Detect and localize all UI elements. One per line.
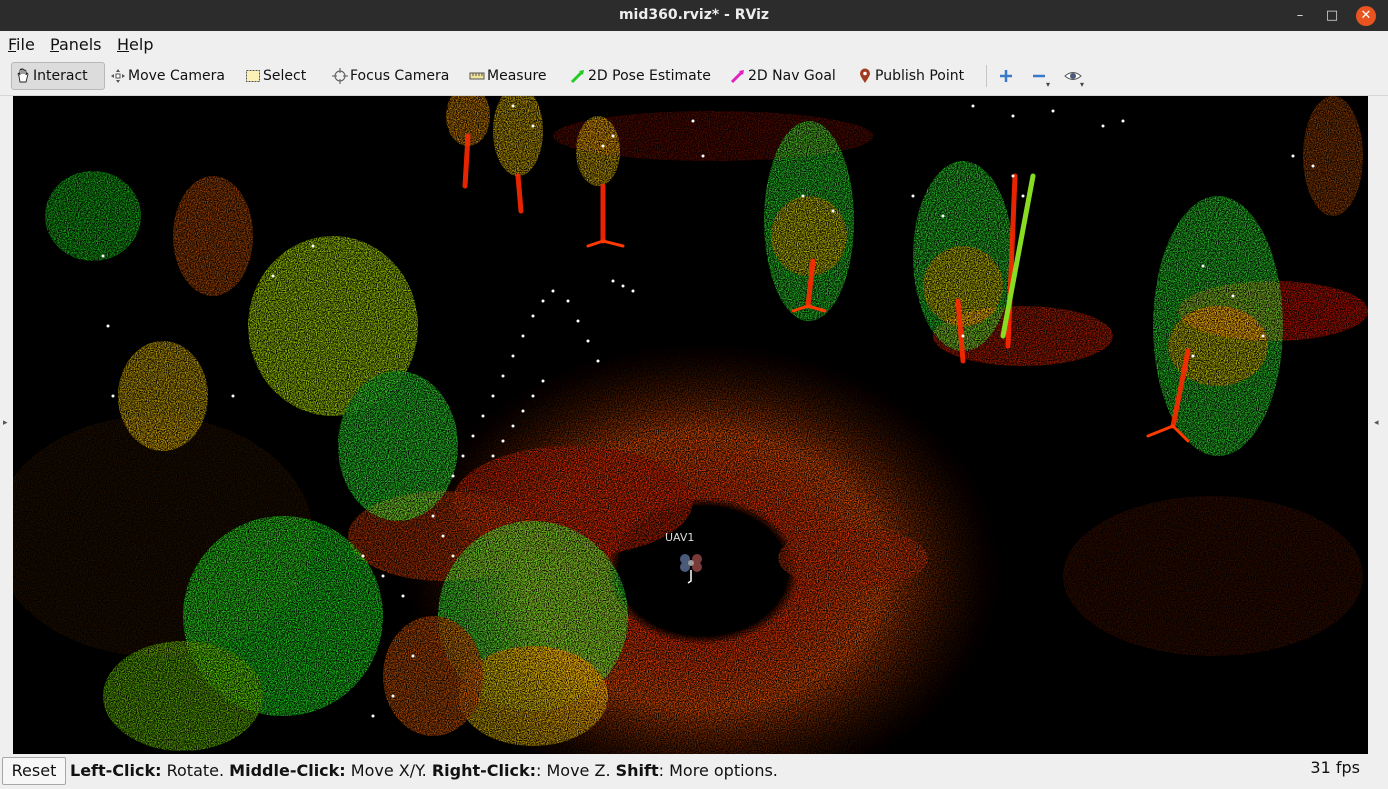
window-titlebar: mid360.rviz* - RViz – □ ✕ (0, 0, 1388, 31)
interact-tool-button[interactable]: Interact (11, 62, 105, 90)
focus-camera-icon (332, 68, 348, 84)
menu-file[interactable]: File (8, 35, 35, 54)
expand-left-arrow[interactable]: ▸ (3, 418, 8, 428)
close-button[interactable]: ✕ (1356, 6, 1376, 26)
window-title: mid360.rviz* - RViz (618, 7, 770, 23)
status-bar: Reset Left-Click: Rotate. Middle-Click: … (0, 754, 1388, 789)
toolbar-separator (986, 65, 987, 87)
select-tool-button[interactable]: Select (245, 62, 306, 90)
plus-icon[interactable] (998, 68, 1014, 84)
mouse-hint-text: Left-Click: Rotate. Middle-Click: Move X… (70, 761, 778, 780)
nav-goal-arrow-icon (730, 70, 744, 84)
minus-icon[interactable] (1031, 68, 1047, 84)
minimize-button[interactable]: – (1290, 6, 1310, 26)
render-viewport[interactable]: UAV1 (13, 96, 1368, 754)
move-camera-icon (111, 69, 125, 83)
move-camera-tool-button[interactable]: Move Camera (110, 62, 225, 90)
pose-arrow-icon (570, 70, 584, 84)
toolbar: Interact Move Camera Select Focus Camera… (0, 57, 1388, 96)
publish-point-tool-button[interactable]: Publish Point (857, 62, 964, 90)
map-pin-icon (860, 68, 870, 83)
expand-right-arrow[interactable]: ◂ (1374, 418, 1379, 428)
focus-camera-tool-button[interactable]: Focus Camera (332, 62, 449, 90)
menu-help[interactable]: Help (117, 35, 153, 54)
menu-bar: File Panels Help (0, 31, 1388, 57)
minus-dropdown-arrow[interactable]: ▾ (1046, 80, 1050, 89)
right-panel-collapse-strip[interactable]: ◂ (1368, 96, 1388, 754)
ruler-icon (469, 72, 485, 80)
reset-button[interactable]: Reset (2, 757, 66, 785)
maximize-button[interactable]: □ (1322, 6, 1342, 26)
hand-icon (17, 68, 29, 83)
left-panel-collapse-strip[interactable]: ▸ (0, 96, 13, 754)
eye-dropdown-arrow[interactable]: ▾ (1080, 80, 1084, 89)
nav-goal-tool-button[interactable]: 2D Nav Goal (730, 62, 836, 90)
pose-estimate-tool-button[interactable]: 2D Pose Estimate (570, 62, 711, 90)
menu-panels[interactable]: Panels (50, 35, 102, 54)
fps-counter: 31 fps (1310, 758, 1360, 777)
point-cloud-render (13, 96, 1368, 754)
select-icon (246, 70, 260, 82)
measure-tool-button[interactable]: Measure (469, 62, 547, 90)
uav-marker-label: UAV1 (665, 531, 695, 544)
